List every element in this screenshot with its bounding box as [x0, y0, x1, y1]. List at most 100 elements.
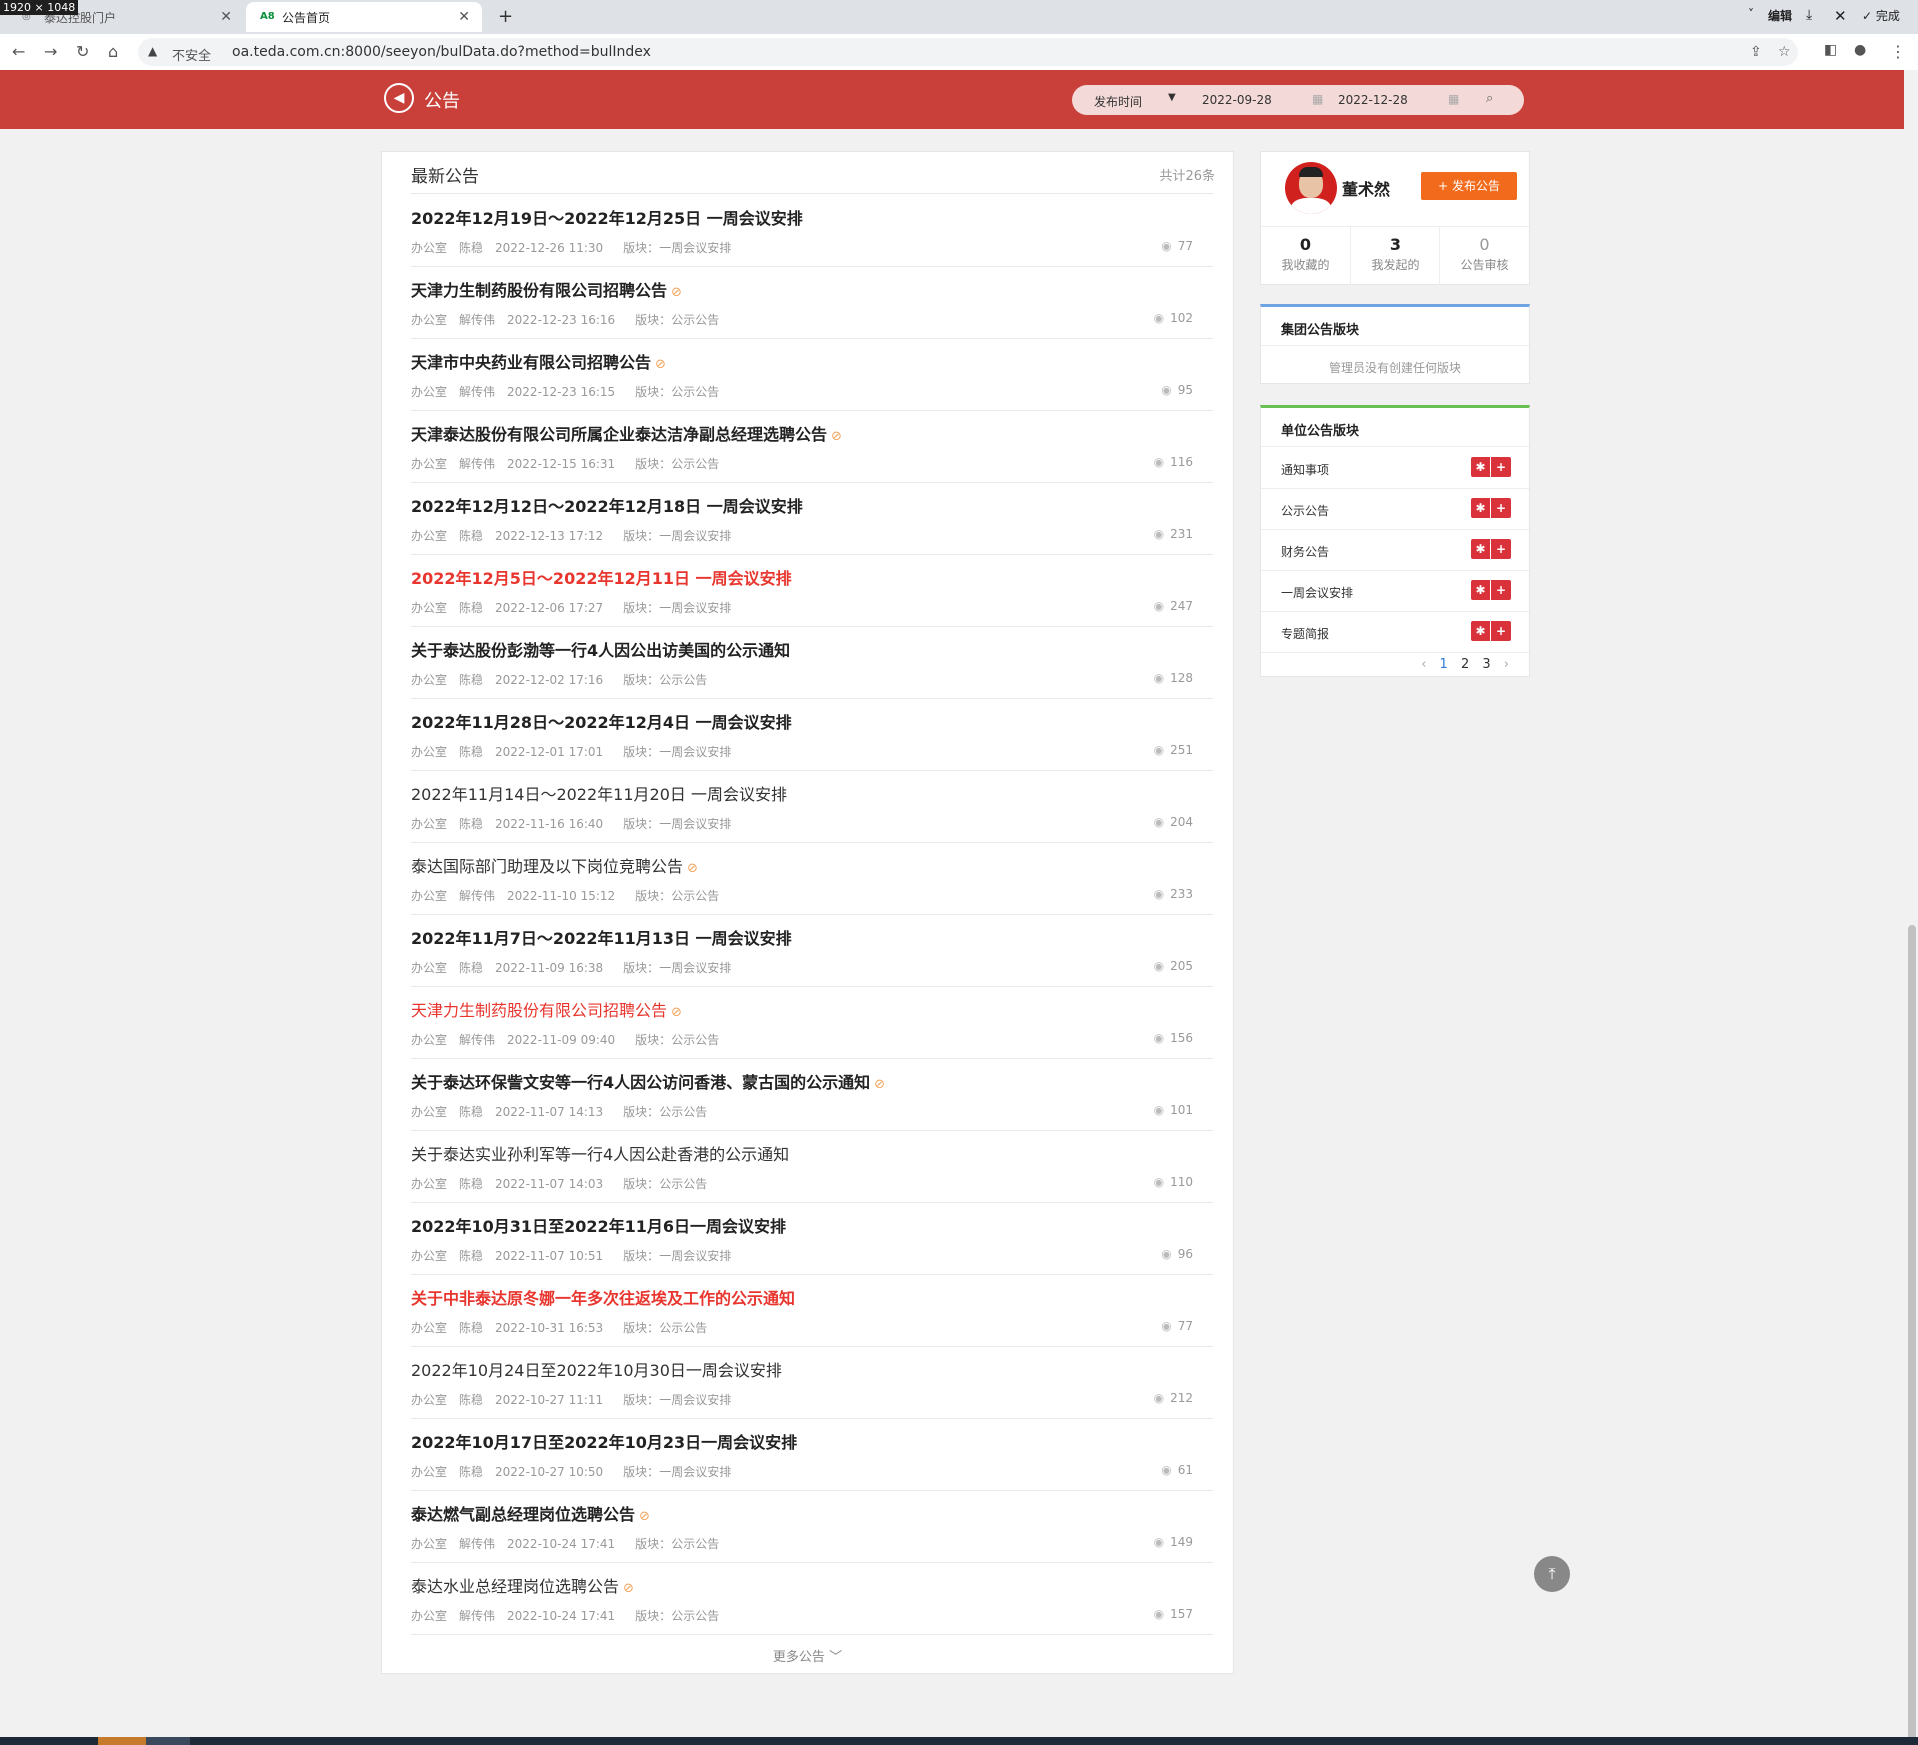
bulletin-title-link[interactable]: 2022年11月14日～2022年11月20日 一周会议安排 [411, 781, 787, 805]
close-icon[interactable]: ✕ [220, 9, 232, 25]
publish-button[interactable]: + 发布公告 [1421, 172, 1517, 200]
bulletin-title-link[interactable]: 天津泰达股份有限公司所属企业泰达洁净副总经理选聘公告 ⊘ [411, 421, 842, 445]
bulletin-title-link[interactable]: 2022年10月24日至2022年10月30日一周会议安排 [411, 1357, 782, 1381]
bulletin-item[interactable]: 2022年12月5日～2022年12月11日 一周会议安排 办公室 陈稳 2022-1… [411, 554, 1213, 627]
done-button[interactable]: ✓ 完成 [1862, 7, 1900, 24]
gear-icon[interactable]: ✱ [1471, 580, 1491, 600]
bulletin-title-link[interactable]: 2022年12月19日～2022年12月25日 一周会议安排 [411, 205, 803, 229]
bulletin-item[interactable]: 2022年10月17日至2022年10月23日一周会议安排 办公室 陈稳 2022-1… [411, 1418, 1213, 1491]
calendar-icon[interactable]: ▦ [1312, 92, 1323, 106]
bulletin-title-link[interactable]: 关于泰达股份彭渤等一行4人因公出访美国的公示通知 [411, 637, 790, 661]
bulletin-item[interactable]: 2022年11月7日～2022年11月13日 一周会议安排 办公室 陈稳 2022-1… [411, 914, 1213, 987]
bulletin-title[interactable]: 关于泰达股份彭渤等一行4人因公出访美国的公示通知 [411, 641, 790, 660]
bulletin-item[interactable]: 2022年10月31日至2022年11月6日一周会议安排 办公室 陈稳 2022-11… [411, 1202, 1213, 1275]
bulletin-title[interactable]: 关于中非泰达原冬娜一年多次往返埃及工作的公示通知 [411, 1289, 795, 1308]
bookmark-star-icon[interactable]: ☆ [1778, 44, 1791, 60]
prev-page-icon[interactable]: ‹ [1421, 657, 1426, 672]
download-icon[interactable]: ⤓ [1806, 7, 1812, 23]
bulletin-title-link[interactable]: 泰达国际部门助理及以下岗位竞聘公告 ⊘ [411, 853, 698, 877]
bulletin-title[interactable]: 泰达国际部门助理及以下岗位竞聘公告 [411, 857, 683, 876]
menu-dots-icon[interactable]: ⋮ [1890, 42, 1906, 61]
bulletin-item[interactable]: 泰达燃气副总经理岗位选聘公告 ⊘ 办公室 解传伟 2022-10-24 17:41 版块：… [411, 1490, 1213, 1563]
more-bulletins-link[interactable]: 更多公告 ﹀ [382, 1646, 1233, 1665]
next-page-icon[interactable]: › [1504, 657, 1509, 672]
avatar[interactable] [1285, 162, 1337, 214]
back-to-top-icon[interactable]: ⤒ [1534, 1556, 1570, 1592]
bulletin-item[interactable]: 天津市中央药业有限公司招聘公告 ⊘ 办公室 解传伟 2022-12-23 16:15 版块… [411, 338, 1213, 411]
bulletin-title-link[interactable]: 2022年10月31日至2022年11月6日一周会议安排 [411, 1213, 786, 1237]
plus-icon[interactable]: + [1491, 498, 1511, 518]
bulletin-title[interactable]: 关于泰达实业孙利军等一行4人因公赴香港的公示通知 [411, 1145, 789, 1164]
bulletin-title-link[interactable]: 2022年12月12日～2022年12月18日 一周会议安排 [411, 493, 803, 517]
bulletin-title-link[interactable]: 天津力生制药股份有限公司招聘公告 ⊘ [411, 277, 682, 301]
bulletin-item[interactable]: 天津泰达股份有限公司所属企业泰达洁净副总经理选聘公告 ⊘ 办公室 解传伟 2022-12… [411, 410, 1213, 483]
bulletin-title[interactable]: 2022年12月12日～2022年12月18日 一周会议安排 [411, 497, 803, 516]
bulletin-title[interactable]: 关于泰达环保訾文安等一行4人因公访问香港、蒙古国的公示通知 [411, 1073, 870, 1092]
gear-icon[interactable]: ✱ [1471, 539, 1491, 559]
page-link[interactable]: 2 [1461, 657, 1469, 672]
bulletin-title[interactable]: 2022年11月7日～2022年11月13日 一周会议安排 [411, 929, 792, 948]
url-text[interactable]: oa.teda.com.cn:8000/seeyon/bulData.do?me… [232, 44, 651, 60]
home-icon[interactable]: ⌂ [108, 42, 118, 61]
date-from-input[interactable]: 2022-09-28 [1202, 93, 1272, 107]
bulletin-title-link[interactable]: 2022年12月5日～2022年12月11日 一周会议安排 [411, 565, 792, 589]
profile-icon[interactable]: ● [1854, 42, 1866, 58]
board-name[interactable]: 财务公告 [1281, 543, 1329, 560]
bulletin-title-link[interactable]: 关于泰达环保訾文安等一行4人因公访问香港、蒙古国的公示通知 ⊘ [411, 1069, 885, 1093]
board-name[interactable]: 公示公告 [1281, 502, 1329, 519]
plus-icon[interactable]: + [1491, 457, 1511, 477]
scrollbar-thumb[interactable] [1908, 925, 1916, 1740]
bulletin-item[interactable]: 2022年10月24日至2022年10月30日一周会议安排 办公室 陈稳 2022-1… [411, 1346, 1213, 1419]
bulletin-title[interactable]: 2022年10月17日至2022年10月23日一周会议安排 [411, 1433, 797, 1452]
bulletin-item[interactable]: 关于泰达实业孙利军等一行4人因公赴香港的公示通知 办公室 陈稳 2022-11-07 … [411, 1130, 1213, 1203]
bulletin-title-link[interactable]: 天津力生制药股份有限公司招聘公告 ⊘ [411, 997, 682, 1021]
bulletin-item[interactable]: 天津力生制药股份有限公司招聘公告 ⊘ 办公室 解传伟 2022-11-09 09:40 版… [411, 986, 1213, 1059]
bulletin-title-link[interactable]: 2022年10月17日至2022年10月23日一周会议安排 [411, 1429, 797, 1453]
bulletin-title[interactable]: 2022年11月28日～2022年12月4日 一周会议安排 [411, 713, 792, 732]
bulletin-title[interactable]: 2022年12月5日～2022年12月11日 一周会议安排 [411, 569, 792, 588]
search-icon[interactable]: ⌕ [1486, 91, 1493, 106]
plus-icon[interactable]: + [1491, 580, 1511, 600]
bulletin-item[interactable]: 关于中非泰达原冬娜一年多次往返埃及工作的公示通知 办公室 陈稳 2022-10-31 … [411, 1274, 1213, 1347]
taskbar-app[interactable] [146, 1737, 190, 1745]
unit-board-row[interactable]: 公示公告 ✱ + [1261, 488, 1529, 530]
bulletin-item[interactable]: 泰达国际部门助理及以下岗位竞聘公告 ⊘ 办公室 解传伟 2022-11-10 15:12… [411, 842, 1213, 915]
stat-favorites[interactable]: 0 我收藏的 [1261, 227, 1350, 285]
bulletin-title[interactable]: 天津力生制药股份有限公司招聘公告 [411, 281, 667, 300]
plus-icon[interactable]: + [1491, 621, 1511, 641]
board-name[interactable]: 通知事项 [1281, 461, 1329, 478]
page-link[interactable]: 1 [1440, 657, 1448, 672]
bulletin-title[interactable]: 2022年11月14日～2022年11月20日 一周会议安排 [411, 785, 787, 804]
bulletin-title-link[interactable]: 泰达水业总经理岗位选聘公告 ⊘ [411, 1573, 634, 1597]
board-name[interactable]: 一周会议安排 [1281, 584, 1353, 601]
new-tab-icon[interactable]: + [498, 6, 513, 27]
bulletin-title[interactable]: 天津泰达股份有限公司所属企业泰达洁净副总经理选聘公告 [411, 425, 827, 444]
bulletin-title-link[interactable]: 2022年11月28日～2022年12月4日 一周会议安排 [411, 709, 792, 733]
plus-icon[interactable]: + [1491, 539, 1511, 559]
browser-tab-bulletin[interactable]: A8 公告首页 ✕ [246, 2, 482, 32]
close-icon[interactable]: ✕ [458, 9, 470, 25]
edit-button[interactable]: 编辑 [1768, 7, 1792, 24]
bulletin-item[interactable]: 2022年11月14日～2022年11月20日 一周会议安排 办公室 陈稳 2022-… [411, 770, 1213, 843]
share-icon[interactable]: ⇪ [1750, 44, 1762, 60]
bulletin-item[interactable]: 2022年11月28日～2022年12月4日 一周会议安排 办公室 陈稳 2022-1… [411, 698, 1213, 771]
gear-icon[interactable]: ✱ [1471, 621, 1491, 641]
bulletin-title[interactable]: 2022年12月19日～2022年12月25日 一周会议安排 [411, 209, 803, 228]
bulletin-title-link[interactable]: 关于泰达实业孙利军等一行4人因公赴香港的公示通知 [411, 1141, 789, 1165]
chevron-down-icon[interactable]: ▼ [1168, 92, 1176, 103]
taskbar-app[interactable] [98, 1737, 146, 1745]
bulletin-item[interactable]: 关于泰达环保訾文安等一行4人因公访问香港、蒙古国的公示通知 ⊘ 办公室 陈稳 2022-… [411, 1058, 1213, 1131]
calendar-icon[interactable]: ▦ [1448, 92, 1459, 106]
reload-icon[interactable]: ↻ [76, 42, 89, 61]
bulletin-item[interactable]: 2022年12月12日～2022年12月18日 一周会议安排 办公室 陈稳 2022-… [411, 482, 1213, 555]
gear-icon[interactable]: ✱ [1471, 498, 1491, 518]
forward-icon[interactable]: → [44, 42, 57, 61]
gear-icon[interactable]: ✱ [1471, 457, 1491, 477]
bulletin-title[interactable]: 泰达燃气副总经理岗位选聘公告 [411, 1505, 635, 1524]
url-field[interactable]: ▲ 不安全 oa.teda.com.cn:8000/seeyon/bulData… [138, 38, 1798, 66]
bulletin-title-link[interactable]: 2022年11月7日～2022年11月13日 一周会议安排 [411, 925, 792, 949]
stat-review[interactable]: 0 公告审核 [1439, 227, 1529, 285]
search-type-select[interactable]: 发布时间 [1094, 93, 1142, 110]
warning-icon[interactable]: ▲ [148, 44, 157, 58]
bulletin-title[interactable]: 2022年10月31日至2022年11月6日一周会议安排 [411, 1217, 786, 1236]
